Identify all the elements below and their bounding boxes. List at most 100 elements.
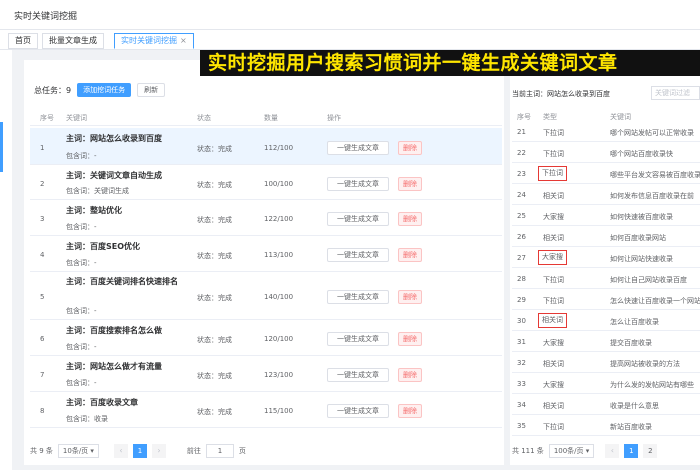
result-index: 34	[517, 401, 526, 409]
row-index: 5	[40, 293, 45, 301]
table-row[interactable]: 4 主词：百度SEO优化 包含词：- 状态：完成 113/100 一键生成文章 删除	[30, 236, 502, 272]
generate-article-button[interactable]: 一键生成文章	[327, 290, 389, 304]
result-row[interactable]: 26 相关词 如何百度收录网站	[512, 227, 700, 247]
result-row[interactable]: 30 相关词 怎么让百度收录	[512, 311, 700, 331]
delete-button[interactable]: 删除	[398, 290, 422, 304]
add-task-button[interactable]: 添加挖词任务	[77, 83, 132, 97]
result-type: 下拉词	[543, 423, 564, 431]
delete-button[interactable]: 删除	[398, 141, 422, 155]
row-count: 140/100	[264, 293, 294, 301]
result-row[interactable]: 31 大家搜 提交百度收录	[512, 332, 700, 352]
row-index: 3	[40, 215, 45, 223]
goto-page-input[interactable]: 1	[205, 444, 234, 458]
result-row[interactable]: 23 下拉词 哪些平台发文容易被百度收录	[512, 164, 700, 184]
header-count: 数量	[264, 114, 278, 122]
result-pagination: 共 111 条 100条/页 ▾ ‹ 1 2	[512, 444, 658, 458]
tab-keyword-mining-label: 实时关键词挖掘	[121, 36, 177, 45]
task-toolbar: 总任务：9 添加挖词任务 刷新	[34, 82, 166, 98]
result-row[interactable]: 27 大家搜 如何让网站快速收录	[512, 248, 700, 268]
row-status: 状态：完成	[197, 408, 232, 416]
generate-article-button[interactable]: 一键生成文章	[327, 177, 389, 191]
delete-button[interactable]: 删除	[398, 248, 422, 262]
result-page-size-select[interactable]: 100条/页 ▾	[548, 444, 595, 458]
generate-article-button[interactable]: 一键生成文章	[327, 141, 389, 155]
row-status: 状态：完成	[197, 252, 232, 260]
result-type: 相关词	[543, 360, 564, 368]
result-index: 32	[517, 359, 526, 367]
result-type: 下拉词	[538, 166, 567, 181]
result-keyword: 如何让网站快速收录	[610, 255, 673, 263]
row-keyword: 主词：整站优化	[66, 206, 122, 215]
result-keyword: 哪些平台发文容易被百度收录	[610, 171, 700, 179]
goto-unit: 页	[238, 447, 246, 455]
table-row[interactable]: 6 主词：百度搜索排名怎么做 包含词：- 状态：完成 120/100 一键生成文章 删除	[30, 320, 502, 356]
refresh-button[interactable]: 刷新	[137, 83, 166, 97]
page-size-select[interactable]: 10条/页 ▾	[57, 444, 99, 458]
row-include-words: 包含词：-	[66, 152, 97, 160]
result-row[interactable]: 25 大家搜 如何快速被百度收录	[512, 206, 700, 226]
result-row[interactable]: 35 下拉词 新站百度收录	[512, 416, 700, 436]
delete-button[interactable]: 删除	[398, 404, 422, 418]
result-header-keyword: 关键词	[610, 113, 631, 121]
close-icon[interactable]: ×	[180, 36, 187, 45]
tab-home[interactable]: 首页	[8, 33, 38, 49]
generate-article-button[interactable]: 一键生成文章	[327, 404, 389, 418]
keyword-filter-input[interactable]: 关键词过滤	[651, 86, 700, 100]
table-row[interactable]: 7 主词：网站怎么做才有流量 包含词：- 状态：完成 123/100 一键生成文章 删除	[30, 356, 502, 392]
result-row[interactable]: 24 相关词 如何发布信息百度收录在前	[512, 185, 700, 205]
header-keyword: 关键词	[66, 114, 87, 122]
table-row[interactable]: 3 主词：整站优化 包含词：- 状态：完成 122/100 一键生成文章 删除	[30, 200, 502, 236]
row-count: 123/100	[264, 371, 294, 379]
delete-button[interactable]: 删除	[398, 332, 422, 346]
next-page-button[interactable]: ›	[151, 444, 166, 458]
delete-button[interactable]: 删除	[398, 177, 422, 191]
result-prev-page-button[interactable]: ‹	[605, 444, 620, 458]
result-row[interactable]: 21 下拉词 哪个网站发帖可以正常收录	[512, 122, 700, 142]
total-tasks-label: 总任务：9	[34, 85, 71, 96]
row-include-words: 包含词：-	[66, 343, 97, 351]
result-type: 相关词	[538, 313, 567, 328]
result-keyword: 为什么发的发帖网站有哪些	[610, 381, 694, 389]
table-row[interactable]: 8 主词：百度收录文章 包含词：收录 状态：完成 115/100 一键生成文章 删除	[30, 392, 502, 428]
row-status: 状态：完成	[197, 294, 232, 302]
result-row[interactable]: 29 下拉词 怎么快速让百度收录一个网站	[512, 290, 700, 310]
tab-home-label: 首页	[15, 36, 31, 45]
header-index: 序号	[40, 114, 54, 122]
result-row[interactable]: 22 下拉词 哪个网站百度收录快	[512, 143, 700, 163]
delete-button[interactable]: 删除	[398, 212, 422, 226]
result-row[interactable]: 33 大家搜 为什么发的发帖网站有哪些	[512, 374, 700, 394]
tab-keyword-mining[interactable]: 实时关键词挖掘 ×	[114, 33, 194, 49]
result-page-2[interactable]: 2	[643, 444, 658, 458]
result-index: 28	[517, 275, 526, 283]
result-type: 大家搜	[543, 339, 564, 347]
generate-article-button[interactable]: 一键生成文章	[327, 212, 389, 226]
row-index: 2	[40, 180, 45, 188]
generate-article-button[interactable]: 一键生成文章	[327, 332, 389, 346]
generate-article-button[interactable]: 一键生成文章	[327, 248, 389, 262]
row-keyword: 主词：百度关键词排名快速排名	[66, 277, 178, 286]
result-header-index: 序号	[517, 113, 531, 121]
result-keyword: 如何让自己网站收录百度	[610, 276, 687, 284]
result-row[interactable]: 32 相关词 提高网站被收录的方法	[512, 353, 700, 373]
delete-button[interactable]: 删除	[398, 368, 422, 382]
result-type: 相关词	[543, 234, 564, 242]
task-total-count: 共 9 条	[30, 447, 53, 455]
result-row[interactable]: 28 下拉词 如何让自己网站收录百度	[512, 269, 700, 289]
result-header-type: 类型	[543, 113, 557, 121]
table-row[interactable]: 5 主词：百度关键词排名快速排名 包含词：- 状态：完成 140/100 一键生成文章 删除	[30, 272, 502, 320]
tab-batch-article[interactable]: 批量文章生成	[42, 33, 104, 49]
result-row[interactable]: 34 相关词 收录是什么意思	[512, 395, 700, 415]
result-type: 相关词	[543, 402, 564, 410]
page-number-1[interactable]: 1	[132, 444, 147, 458]
table-row[interactable]: 1 主词：网站怎么收录到百度 包含词：- 状态：完成 112/100 一键生成文章 删除	[30, 128, 502, 165]
row-status: 状态：完成	[197, 181, 232, 189]
prev-page-button[interactable]: ‹	[113, 444, 128, 458]
result-keyword: 如何快速被百度收录	[610, 213, 673, 221]
result-index: 33	[517, 380, 526, 388]
table-row[interactable]: 2 主词：关键词文章自动生成 包含词：关键词生成 状态：完成 100/100 一键生成文章…	[30, 165, 502, 200]
result-page-1[interactable]: 1	[624, 444, 639, 458]
row-count: 122/100	[264, 215, 294, 223]
generate-article-button[interactable]: 一键生成文章	[327, 368, 389, 382]
row-include-words: 包含词：收录	[66, 415, 108, 423]
result-index: 25	[517, 212, 526, 220]
